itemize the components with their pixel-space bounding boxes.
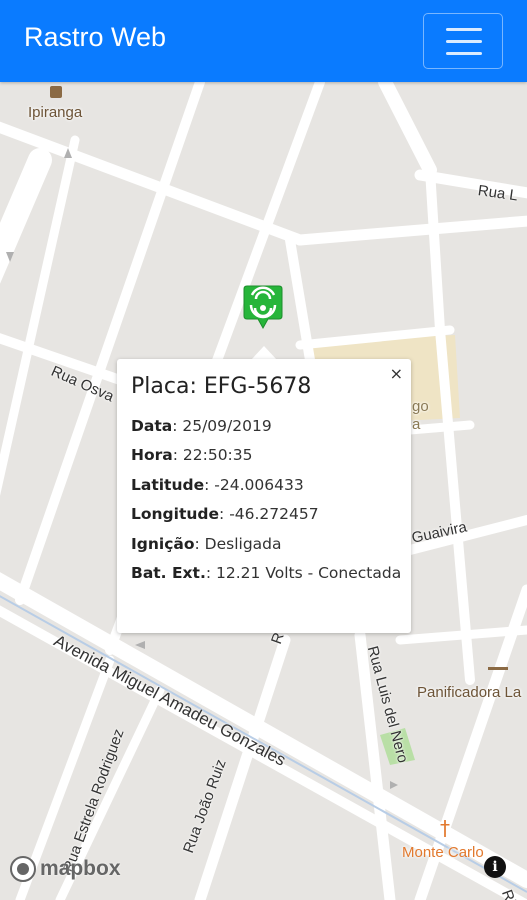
restaurant-icon: † — [440, 816, 450, 840]
menu-toggle-button[interactable] — [423, 13, 503, 69]
mapbox-logo[interactable]: mapbox — [10, 856, 121, 882]
attribution-info-button[interactable]: i — [484, 856, 506, 878]
popup-title: Placa: EFG-5678 — [131, 374, 312, 399]
gas-station-icon — [50, 86, 62, 98]
road — [294, 215, 527, 246]
tracker-signal-icon[interactable] — [242, 284, 284, 330]
vehicle-info-popup: × Placa: EFG-5678 Data: 25/09/2019 Hora:… — [117, 359, 411, 633]
popup-row-ignicao: Ignição: Desligada — [131, 535, 282, 553]
popup-tip — [251, 346, 277, 360]
popup-row-longitude: Longitude: -46.272457 — [131, 505, 319, 523]
navbar: Rastro Web — [0, 0, 527, 82]
poi-monte-carlo[interactable]: Monte Carlo — [402, 844, 484, 861]
popup-row-latitude: Latitude: -24.006433 — [131, 476, 304, 494]
poi-ipiranga[interactable]: Ipiranga — [28, 104, 82, 121]
area-label-fragment-a: a — [412, 416, 421, 433]
mapbox-icon — [10, 856, 36, 882]
brand-title[interactable]: Rastro Web — [24, 22, 166, 53]
popup-row-hora: Hora: 22:50:35 — [131, 446, 253, 464]
popup-row-data: Data: 25/09/2019 — [131, 417, 272, 435]
popup-row-bateria: Bat. Ext.: 12.21 Volts - Conectada — [131, 564, 402, 582]
area-label-fragment-go: go — [412, 398, 429, 415]
hamburger-icon — [446, 28, 482, 31]
poi-panificadora[interactable]: Panificadora La — [417, 684, 521, 701]
bakery-icon — [488, 660, 508, 670]
close-icon[interactable]: × — [390, 364, 403, 383]
